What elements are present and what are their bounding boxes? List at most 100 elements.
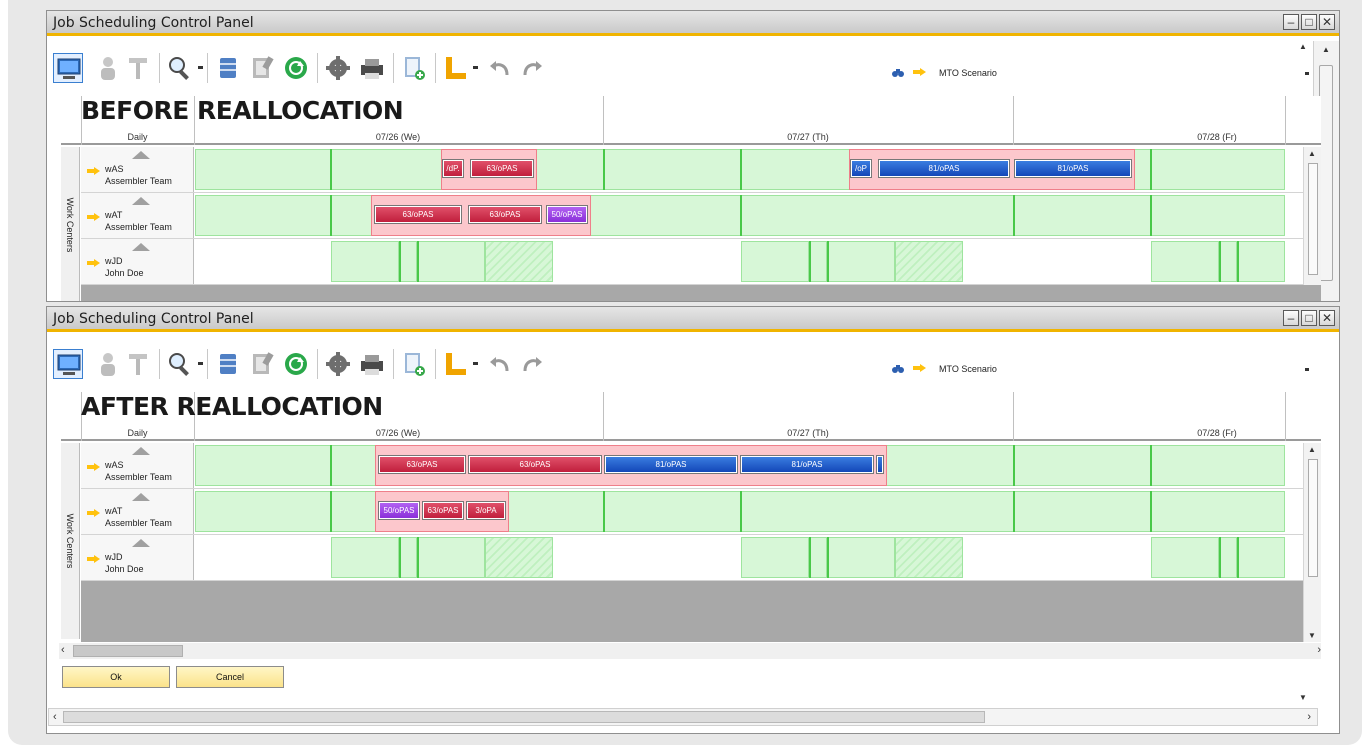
printer-icon[interactable] xyxy=(357,53,387,83)
ok-button[interactable]: Ok xyxy=(62,666,170,688)
outer-horizontal-scrollbar[interactable]: ‹ › xyxy=(48,708,1318,726)
maximize-button[interactable]: □ xyxy=(1301,14,1317,30)
undo-icon[interactable] xyxy=(485,349,515,379)
work-center-header[interactable]: wAT Assembler Team xyxy=(81,193,194,238)
scroll-down-icon[interactable]: ▼ xyxy=(1299,693,1307,702)
shift-separator xyxy=(417,537,419,578)
link-arrow-icon[interactable] xyxy=(87,167,101,175)
vertical-scroll-thumb[interactable] xyxy=(1319,65,1333,281)
scroll-right-icon[interactable]: › xyxy=(1317,644,1321,656)
horizontal-scrollbar[interactable]: ‹ › xyxy=(59,643,1321,659)
window-title: Job Scheduling Control Panel xyxy=(53,311,254,327)
refresh-icon[interactable] xyxy=(281,53,311,83)
redo-icon[interactable] xyxy=(517,349,547,379)
ruler-icon[interactable] xyxy=(441,53,471,83)
shift-separator xyxy=(1013,491,1015,532)
job-bar[interactable]: 63/oPAS xyxy=(470,159,534,178)
scenario-dropdown[interactable]: MTO Scenario xyxy=(933,359,1313,379)
scroll-right-icon[interactable]: › xyxy=(1307,711,1311,723)
outer-vertical-scrollbar[interactable]: ▲ ▼ xyxy=(1290,42,1316,702)
link-arrow-icon[interactable] xyxy=(87,509,101,517)
shift-separator xyxy=(330,195,332,236)
toolbar-separator xyxy=(207,349,208,379)
triangle-up-icon[interactable] xyxy=(132,493,150,501)
triangle-up-icon[interactable] xyxy=(132,197,150,205)
job-bar[interactable]: 63/oPAS xyxy=(468,455,602,474)
magnifier-dropdown-icon[interactable] xyxy=(198,362,203,365)
scroll-up-icon[interactable]: ▲ xyxy=(1299,42,1307,51)
job-bar[interactable]: 63/oPAS xyxy=(468,205,542,224)
database-icon[interactable] xyxy=(213,53,243,83)
job-bar[interactable]: 81/oPAS xyxy=(1014,159,1132,178)
scroll-up-icon[interactable]: ▲ xyxy=(1322,45,1330,54)
resource-person-icon[interactable] xyxy=(93,53,123,83)
triangle-up-icon[interactable] xyxy=(132,447,150,455)
ruler-dropdown-icon[interactable] xyxy=(473,362,478,365)
resource-person-icon[interactable] xyxy=(93,349,123,379)
job-bar[interactable]: 81/oPAS xyxy=(740,455,874,474)
minimize-button[interactable]: – xyxy=(1283,14,1299,30)
gear-icon[interactable] xyxy=(323,349,353,379)
work-center-header[interactable]: wJD John Doe xyxy=(81,239,194,284)
link-arrow-icon[interactable] xyxy=(913,364,927,372)
link-arrow-icon[interactable] xyxy=(87,213,101,221)
job-bar[interactable]: 81/oPAS xyxy=(604,455,738,474)
refresh-icon[interactable] xyxy=(281,349,311,379)
magnifier-dropdown-icon[interactable] xyxy=(198,66,203,69)
scroll-left-icon[interactable]: ‹ xyxy=(53,711,57,723)
job-bar[interactable]: 63/oPAS xyxy=(378,455,466,474)
horizontal-scroll-thumb[interactable] xyxy=(73,645,183,657)
monitor-icon[interactable] xyxy=(53,349,83,379)
cancel-button[interactable]: Cancel xyxy=(176,666,284,688)
scroll-left-icon[interactable]: ‹ xyxy=(61,644,65,656)
outer-horizontal-scroll-thumb[interactable] xyxy=(63,711,985,723)
tools-icon[interactable] xyxy=(123,53,153,83)
job-bar[interactable]: 63/oPAS xyxy=(374,205,462,224)
ruler-dropdown-icon[interactable] xyxy=(473,66,478,69)
clipboard-icon[interactable] xyxy=(247,349,277,379)
triangle-up-icon[interactable] xyxy=(132,151,150,159)
binoculars-icon[interactable] xyxy=(891,65,905,79)
title-bar[interactable]: Job Scheduling Control Panel – □ ✕ xyxy=(47,11,1339,36)
ruler-icon[interactable] xyxy=(441,349,471,379)
database-icon[interactable] xyxy=(213,349,243,379)
work-center-header[interactable]: wAS Assembler Team xyxy=(81,443,194,488)
binoculars-icon[interactable] xyxy=(891,361,905,375)
job-bar[interactable]: 81/oPAS xyxy=(878,159,1010,178)
toolbar: MTO Scenario xyxy=(51,337,1313,391)
tools-icon[interactable] xyxy=(123,349,153,379)
link-arrow-icon[interactable] xyxy=(87,259,101,267)
redo-icon[interactable] xyxy=(517,53,547,83)
job-bar[interactable]: /oP xyxy=(850,159,872,178)
monitor-icon[interactable] xyxy=(53,53,83,83)
magnifier-icon[interactable] xyxy=(165,53,195,83)
close-button[interactable]: ✕ xyxy=(1319,310,1335,326)
link-arrow-icon[interactable] xyxy=(913,68,927,76)
work-center-header[interactable]: wAS Assembler Team xyxy=(81,147,194,192)
magnifier-icon[interactable] xyxy=(165,349,195,379)
title-bar[interactable]: Job Scheduling Control Panel – □ ✕ xyxy=(47,307,1339,332)
link-arrow-icon[interactable] xyxy=(87,463,101,471)
job-bar[interactable]: 3/oPA xyxy=(466,501,506,520)
shift-separator xyxy=(740,491,742,532)
work-center-header[interactable]: wJD John Doe xyxy=(81,535,194,580)
job-bar[interactable]: 63/oPAS xyxy=(422,501,464,520)
triangle-up-icon[interactable] xyxy=(132,539,150,547)
document-add-icon[interactable] xyxy=(399,53,429,83)
scenario-selector: MTO Scenario xyxy=(891,359,1315,379)
job-bar[interactable]: /dP. xyxy=(442,159,464,178)
job-bar-fragment[interactable] xyxy=(876,455,884,474)
gear-icon[interactable] xyxy=(323,53,353,83)
calendar-block xyxy=(331,537,399,578)
scenario-dropdown[interactable]: MTO Scenario xyxy=(933,63,1313,83)
triangle-up-icon[interactable] xyxy=(132,243,150,251)
undo-icon[interactable] xyxy=(485,53,515,83)
clipboard-icon[interactable] xyxy=(247,53,277,83)
work-center-header[interactable]: wAT Assembler Team xyxy=(81,489,194,534)
document-add-icon[interactable] xyxy=(399,349,429,379)
job-bar[interactable]: 50/oPAS xyxy=(546,205,588,224)
close-button[interactable]: ✕ xyxy=(1319,14,1335,30)
link-arrow-icon[interactable] xyxy=(87,555,101,563)
job-bar[interactable]: 50/oPAS xyxy=(378,501,420,520)
printer-icon[interactable] xyxy=(357,349,387,379)
